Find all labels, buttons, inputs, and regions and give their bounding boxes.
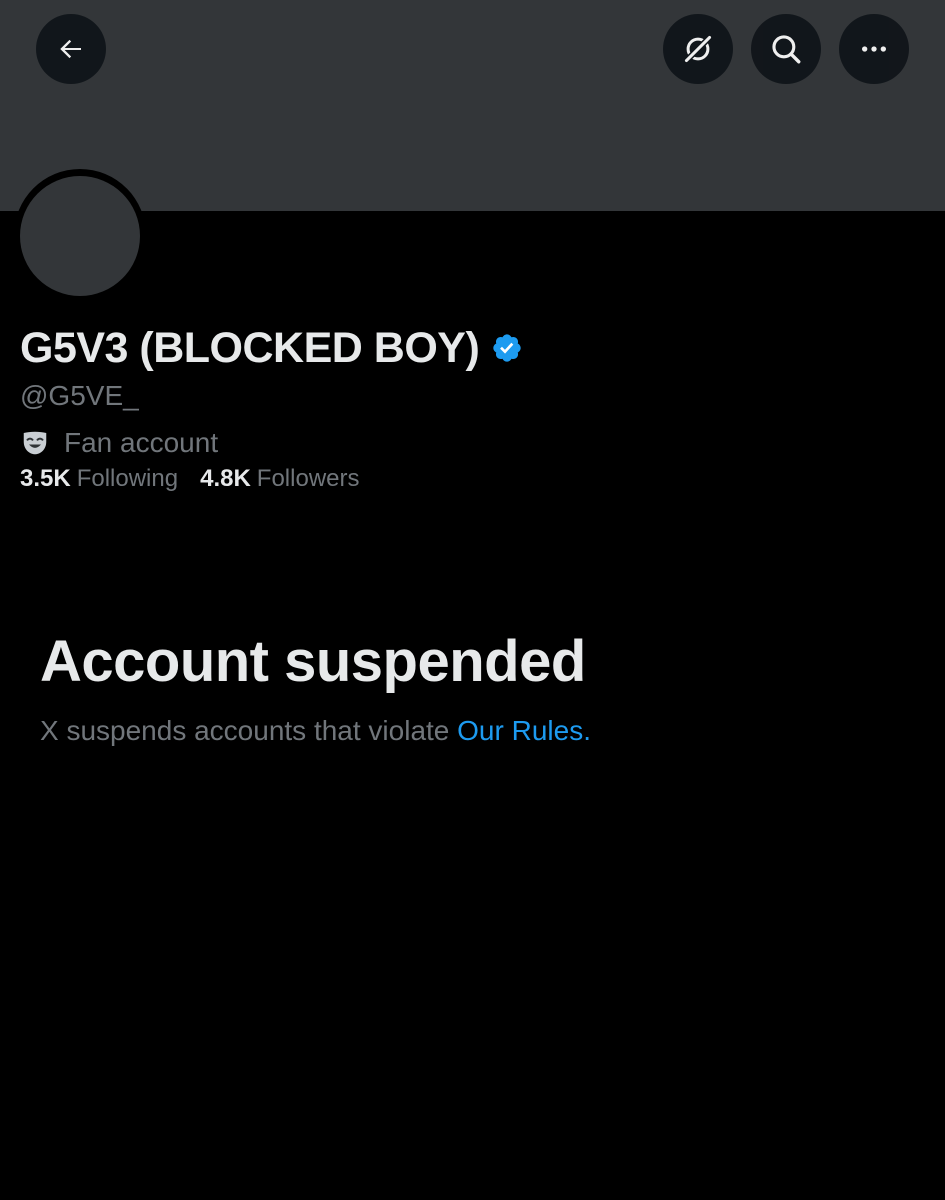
display-name-row: G5V3 (BLOCKED BOY) (20, 320, 523, 376)
following-count: 3.5K (20, 465, 71, 492)
following-label: Following (76, 465, 179, 492)
search-button[interactable] (751, 14, 821, 84)
followers-label: Followers (256, 465, 360, 492)
arrow-left-icon (60, 39, 81, 59)
following-link[interactable]: 3.5K Following (20, 465, 178, 493)
more-horizontal-icon (862, 46, 886, 52)
back-button[interactable] (36, 14, 106, 84)
display-name: G5V3 (BLOCKED BOY) (20, 323, 480, 372)
suspended-title: Account suspended (40, 629, 586, 694)
our-rules-link[interactable]: Our Rules (457, 715, 583, 746)
followers-count: 4.8K (200, 465, 251, 492)
profile-category: Fan account (20, 423, 218, 463)
followers-link[interactable]: 4.8K Followers (200, 465, 359, 493)
grok-icon (684, 35, 712, 63)
grok-button[interactable] (663, 14, 733, 84)
suspended-message: X suspends accounts that violate Our Rul… (40, 715, 591, 747)
username-handle: @G5VE_ (20, 380, 139, 411)
suspended-message-text: X suspends accounts that violate (40, 715, 458, 746)
search-icon (772, 35, 801, 64)
theater-mask-icon (23, 431, 47, 455)
verified-badge-icon[interactable] (491, 332, 523, 364)
avatar[interactable] (20, 176, 140, 296)
category-label: Fan account (64, 427, 219, 458)
suspended-message-period: . (583, 715, 591, 746)
more-button[interactable] (839, 14, 909, 84)
follow-stats: 3.5K Following 4.8K Followers (20, 462, 360, 496)
